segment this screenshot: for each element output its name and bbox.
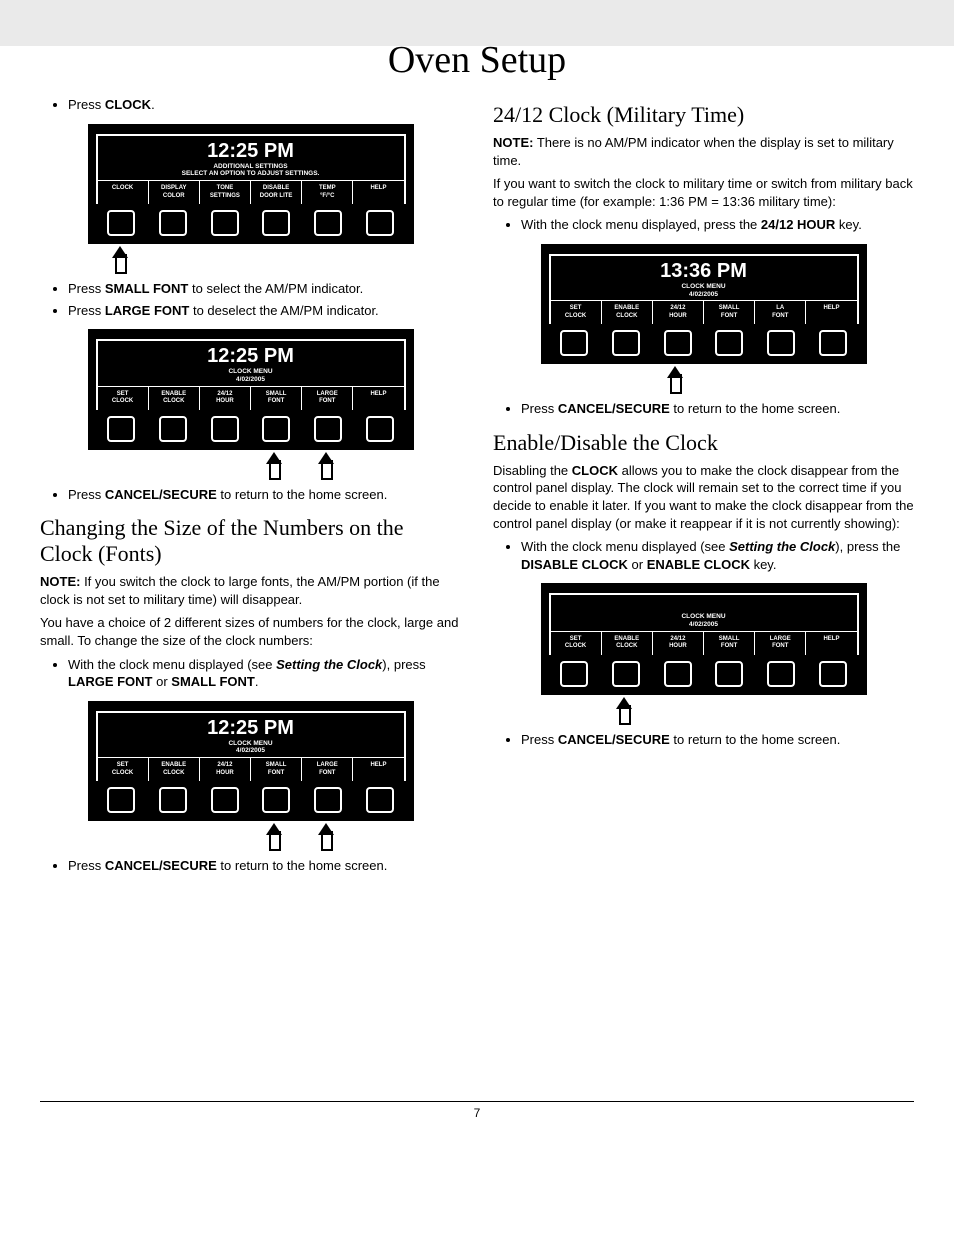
label-small-font: SMALLFONT [251,387,302,410]
panel-button[interactable] [819,330,847,356]
label-small-font: SMALLFONT [704,301,755,324]
label-la-font: LAFONT [755,301,806,324]
step-2412-hour: With the clock menu displayed, press the… [521,216,914,234]
panel-button[interactable] [612,330,640,356]
arrow-icon [266,821,280,849]
display-panel-military: 13:36 PM CLOCK MENU 4/02/2005 SETCLOCK E… [541,244,867,365]
step-cancel-secure: Press CANCEL/SECURE to return to the hom… [521,400,914,418]
panel-button[interactable] [107,210,135,236]
label-large-font: LARGEFONT [302,758,353,781]
display-panel-additional-settings: 12:25 PM ADDITIONAL SETTINGS SELECT AN O… [88,124,414,245]
label-clock: CLOCK [98,181,149,204]
panel-button[interactable] [211,787,239,813]
arrow-icon [318,821,332,849]
left-column: Press CLOCK. 12:25 PM ADDITIONAL SETTING… [40,90,461,881]
display-panel-clock-disabled: CLOCK MENU 4/02/2005 SETCLOCK ENABLECLOC… [541,583,867,695]
display-panel-clock-menu: 12:25 PM CLOCK MENU 4/02/2005 SETCLOCK E… [88,329,414,450]
section-heading-fonts: Changing the Size of the Numbers on the … [40,515,461,567]
label-disable-door-lite: DISABLEDOOR LITE [251,181,302,204]
panel-button[interactable] [715,330,743,356]
label-set-clock: SETCLOCK [98,387,149,410]
page-title: Oven Setup [40,38,914,82]
panel-button[interactable] [819,661,847,687]
clock-time: 13:36 PM [551,260,857,283]
step-cancel-secure: Press CANCEL/SECURE to return to the hom… [521,731,914,749]
right-column: 24/12 Clock (Military Time) NOTE: There … [493,90,914,881]
panel-button[interactable] [107,416,135,442]
label-help: HELP [353,387,403,410]
section-heading-enable-disable: Enable/Disable the Clock [493,430,914,456]
label-small-font: SMALLFONT [704,632,755,655]
panel-button[interactable] [366,787,394,813]
label-temp: TEMP°F/°C [302,181,353,204]
label-enable-clock: ENABLECLOCK [149,758,200,781]
panel-button[interactable] [211,210,239,236]
panel-button[interactable] [767,330,795,356]
step-cancel-secure: Press CANCEL/SECURE to return to the hom… [68,857,461,875]
label-small-font: SMALLFONT [251,758,302,781]
step-cancel-secure: Press CANCEL/SECURE to return to the hom… [68,486,461,504]
label-help: HELP [806,301,856,324]
arrow-icon [266,450,280,478]
panel-button[interactable] [664,330,692,356]
panel-button[interactable] [159,416,187,442]
note-fonts: NOTE: If you switch the clock to large f… [40,573,461,608]
label-help: HELP [353,758,403,781]
label-2412-hour: 24/12HOUR [200,758,251,781]
label-2412-hour: 24/12HOUR [200,387,251,410]
label-tone-settings: TONESETTINGS [200,181,251,204]
panel-button[interactable] [159,787,187,813]
arrow-icon [667,364,681,392]
panel-button[interactable] [262,787,290,813]
section-heading-2412: 24/12 Clock (Military Time) [493,102,914,128]
arrow-icon [318,450,332,478]
panel-button[interactable] [560,330,588,356]
label-enable-clock: ENABLECLOCK [602,632,653,655]
panel-button[interactable] [366,210,394,236]
step-press-clock: Press CLOCK. [68,96,461,114]
note-military: NOTE: There is no AM/PM indicator when t… [493,134,914,169]
arrow-icon [616,695,630,723]
page-number: 7 [40,1101,914,1120]
panel-button[interactable] [107,787,135,813]
panel-button[interactable] [366,416,394,442]
panel-button[interactable] [314,210,342,236]
label-enable-clock: ENABLECLOCK [149,387,200,410]
panel-button[interactable] [262,416,290,442]
display-panel-clock-menu: 12:25 PM CLOCK MENU 4/02/2005 SETCLOCK E… [88,701,414,822]
panel-button[interactable] [262,210,290,236]
step-disable-enable-clock: With the clock menu displayed (see Setti… [521,538,914,573]
clock-time: 12:25 PM [98,717,404,740]
label-help: HELP [353,181,403,204]
panel-button[interactable] [314,787,342,813]
label-enable-clock: ENABLECLOCK [602,301,653,324]
para-disable-clock: Disabling the CLOCK allows you to make t… [493,462,914,532]
para-font-choice: You have a choice of 2 different sizes o… [40,614,461,649]
label-set-clock: SETCLOCK [98,758,149,781]
step-press-font: With the clock menu displayed (see Setti… [68,656,461,691]
panel-button[interactable] [560,661,588,687]
clock-time: 12:25 PM [98,345,404,368]
panel-button[interactable] [159,210,187,236]
label-help: HELP [806,632,856,655]
step-small-font: Press SMALL FONT to select the AM/PM ind… [68,280,461,298]
label-large-font: LARGEFONT [302,387,353,410]
arrow-icon [112,244,126,272]
label-2412-hour: 24/12HOUR [653,632,704,655]
panel-button[interactable] [612,661,640,687]
panel-button[interactable] [715,661,743,687]
clock-time: 12:25 PM [98,140,404,163]
label-large-font: LARGEFONT [755,632,806,655]
panel-button[interactable] [211,416,239,442]
label-2412-hour: 24/12HOUR [653,301,704,324]
panel-button[interactable] [664,661,692,687]
step-large-font: Press LARGE FONT to deselect the AM/PM i… [68,302,461,320]
panel-button[interactable] [767,661,795,687]
label-display-color: DISPLAYCOLOR [149,181,200,204]
panel-button[interactable] [314,416,342,442]
label-set-clock: SETCLOCK [551,301,602,324]
label-set-clock: SETCLOCK [551,632,602,655]
para-military: If you want to switch the clock to milit… [493,175,914,210]
